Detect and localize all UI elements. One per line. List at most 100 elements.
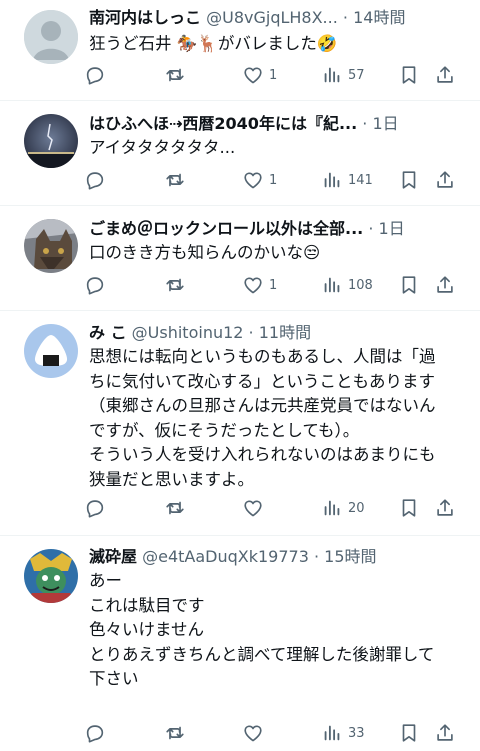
heart-icon: [244, 277, 262, 294]
bookmark-button[interactable]: [398, 493, 420, 523]
tweet[interactable]: 滅砕屋 @e4tAaDuqXk19773 · 15時間 あー これは駄目です 色…: [0, 536, 480, 751]
view-count: 20: [348, 500, 365, 516]
tweet-text: 狂うど石井 🏇🦌がバレました🤣: [89, 32, 466, 57]
share-button[interactable]: [434, 270, 456, 300]
tweet-text-line: これは駄目です: [89, 595, 205, 615]
timestamp[interactable]: 14時間: [353, 8, 405, 27]
share-button[interactable]: [434, 60, 456, 90]
avatar[interactable]: [24, 114, 78, 168]
bookmark-button[interactable]: [398, 60, 420, 90]
views-icon: [324, 172, 340, 188]
display-name[interactable]: ごまめ＠ロックンロール以外は全部...: [89, 219, 363, 238]
share-icon: [437, 171, 453, 188]
display-name[interactable]: み こ: [89, 323, 127, 342]
tweet-text-line: 狭量だと思いますよ。: [89, 469, 254, 489]
reply-icon: [86, 172, 104, 190]
like-count: 1: [269, 67, 278, 83]
retweet-button[interactable]: [164, 60, 186, 90]
reply-button[interactable]: [84, 718, 106, 748]
user-handle[interactable]: @Ushitoinu12: [132, 323, 244, 342]
views-icon: [324, 725, 340, 741]
share-icon: [437, 66, 453, 83]
reply-icon: [86, 725, 104, 743]
user-handle[interactable]: @U8vGjqLH8X...: [206, 8, 338, 27]
separator: ·: [357, 114, 373, 133]
share-button[interactable]: [434, 165, 456, 195]
display-name[interactable]: はひふへほ⇢西暦2040年には『紀...: [89, 114, 357, 133]
view-count: 108: [348, 277, 373, 293]
reply-icon: [86, 277, 104, 295]
avatar[interactable]: [24, 10, 78, 64]
timestamp[interactable]: 15時間: [324, 547, 376, 566]
heart-icon: [244, 500, 262, 517]
bookmark-button[interactable]: [398, 270, 420, 300]
retweet-icon: [166, 501, 184, 515]
separator: ·: [363, 219, 379, 238]
views-button[interactable]: 141: [321, 165, 373, 195]
view-count: 57: [348, 67, 365, 83]
tweet-header: み こ @Ushitoinu12 · 11時間: [89, 321, 472, 345]
default-avatar-icon: [24, 10, 78, 64]
tweet-text: あー これは駄目です 色々いけません とりあえずきちんと調べて理解した後謝罪して…: [89, 569, 466, 692]
reply-button[interactable]: [84, 60, 106, 90]
timestamp[interactable]: 1日: [379, 219, 405, 238]
retweet-button[interactable]: [164, 165, 186, 195]
like-button[interactable]: [242, 718, 269, 748]
retweet-button[interactable]: [164, 718, 186, 748]
reply-button[interactable]: [84, 493, 106, 523]
tweet-text-line: 狂うど石井 🏇🦌がバレました🤣: [89, 34, 338, 53]
retweet-icon: [166, 278, 184, 292]
views-button[interactable]: 20: [321, 493, 365, 523]
share-icon: [437, 276, 453, 293]
tweet-header: 滅砕屋 @e4tAaDuqXk19773 · 15時間: [89, 545, 472, 569]
tweet[interactable]: ごまめ＠ロックンロール以外は全部... · 1日 口のきき方も知らんのかいな😒 …: [0, 206, 480, 310]
like-button[interactable]: [242, 493, 269, 523]
tweet-text: アイタタタタタタ...: [89, 136, 466, 161]
avatar[interactable]: [24, 324, 78, 378]
share-button[interactable]: [434, 718, 456, 748]
timestamp[interactable]: 11時間: [259, 323, 311, 342]
bookmark-button[interactable]: [398, 165, 420, 195]
tweet-text: 口のきき方も知らんのかいな😒: [89, 241, 466, 266]
retweet-button[interactable]: [164, 493, 186, 523]
tweet-text-line: ですが、仮にそうだったとしても）。: [89, 420, 360, 440]
avatar[interactable]: [24, 219, 78, 273]
retweet-button[interactable]: [164, 270, 186, 300]
bookmark-button[interactable]: [398, 718, 420, 748]
tweet-text-line: 色々いけません: [89, 620, 205, 639]
heart-icon: [244, 67, 262, 84]
onigiri-avatar-icon: [24, 324, 78, 378]
tweet-text-line: そういう人を受け入れられないのはあまりにも: [89, 445, 436, 464]
cat-avatar-icon: [24, 219, 78, 273]
share-icon: [437, 499, 453, 516]
retweet-icon: [166, 726, 184, 740]
separator: ·: [337, 8, 354, 27]
views-button[interactable]: 33: [321, 718, 365, 748]
view-count: 33: [348, 725, 365, 741]
tweet[interactable]: はひふへほ⇢西暦2040年には『紀... · 1日 アイタタタタタタ... 1 …: [0, 101, 480, 205]
bookmark-icon: [402, 276, 416, 294]
display-name[interactable]: 滅砕屋: [89, 547, 137, 566]
tweet-text-line: とりあえずきちんと調べて理解した後謝罪して: [89, 644, 435, 664]
reply-button[interactable]: [84, 165, 106, 195]
tweet-header: ごまめ＠ロックンロール以外は全部... · 1日: [89, 217, 472, 241]
tweet[interactable]: 南河内はしっこ @U8vGjqLH8X... · 14時間 狂うど石井 🏇🦌がバ…: [0, 0, 480, 100]
tweet[interactable]: み こ @Ushitoinu12 · 11時間 思想には転向というものもあるし、…: [0, 311, 480, 535]
views-button[interactable]: 57: [321, 60, 365, 90]
like-count: 1: [269, 277, 278, 293]
separator: ·: [243, 323, 259, 342]
avatar[interactable]: [24, 549, 78, 603]
retweet-icon: [166, 68, 184, 82]
like-button[interactable]: 1: [242, 270, 277, 300]
views-button[interactable]: 108: [321, 270, 373, 300]
like-button[interactable]: 1: [242, 165, 277, 195]
share-button[interactable]: [434, 493, 456, 523]
user-handle[interactable]: @e4tAaDuqXk19773: [142, 547, 309, 566]
views-icon: [324, 277, 340, 293]
action-bar: 33: [80, 718, 466, 748]
like-button[interactable]: 1: [242, 60, 277, 90]
display-name[interactable]: 南河内はしっこ: [89, 8, 201, 27]
action-bar: 1 108: [80, 270, 466, 300]
timestamp[interactable]: 1日: [372, 114, 398, 133]
reply-button[interactable]: [84, 270, 106, 300]
